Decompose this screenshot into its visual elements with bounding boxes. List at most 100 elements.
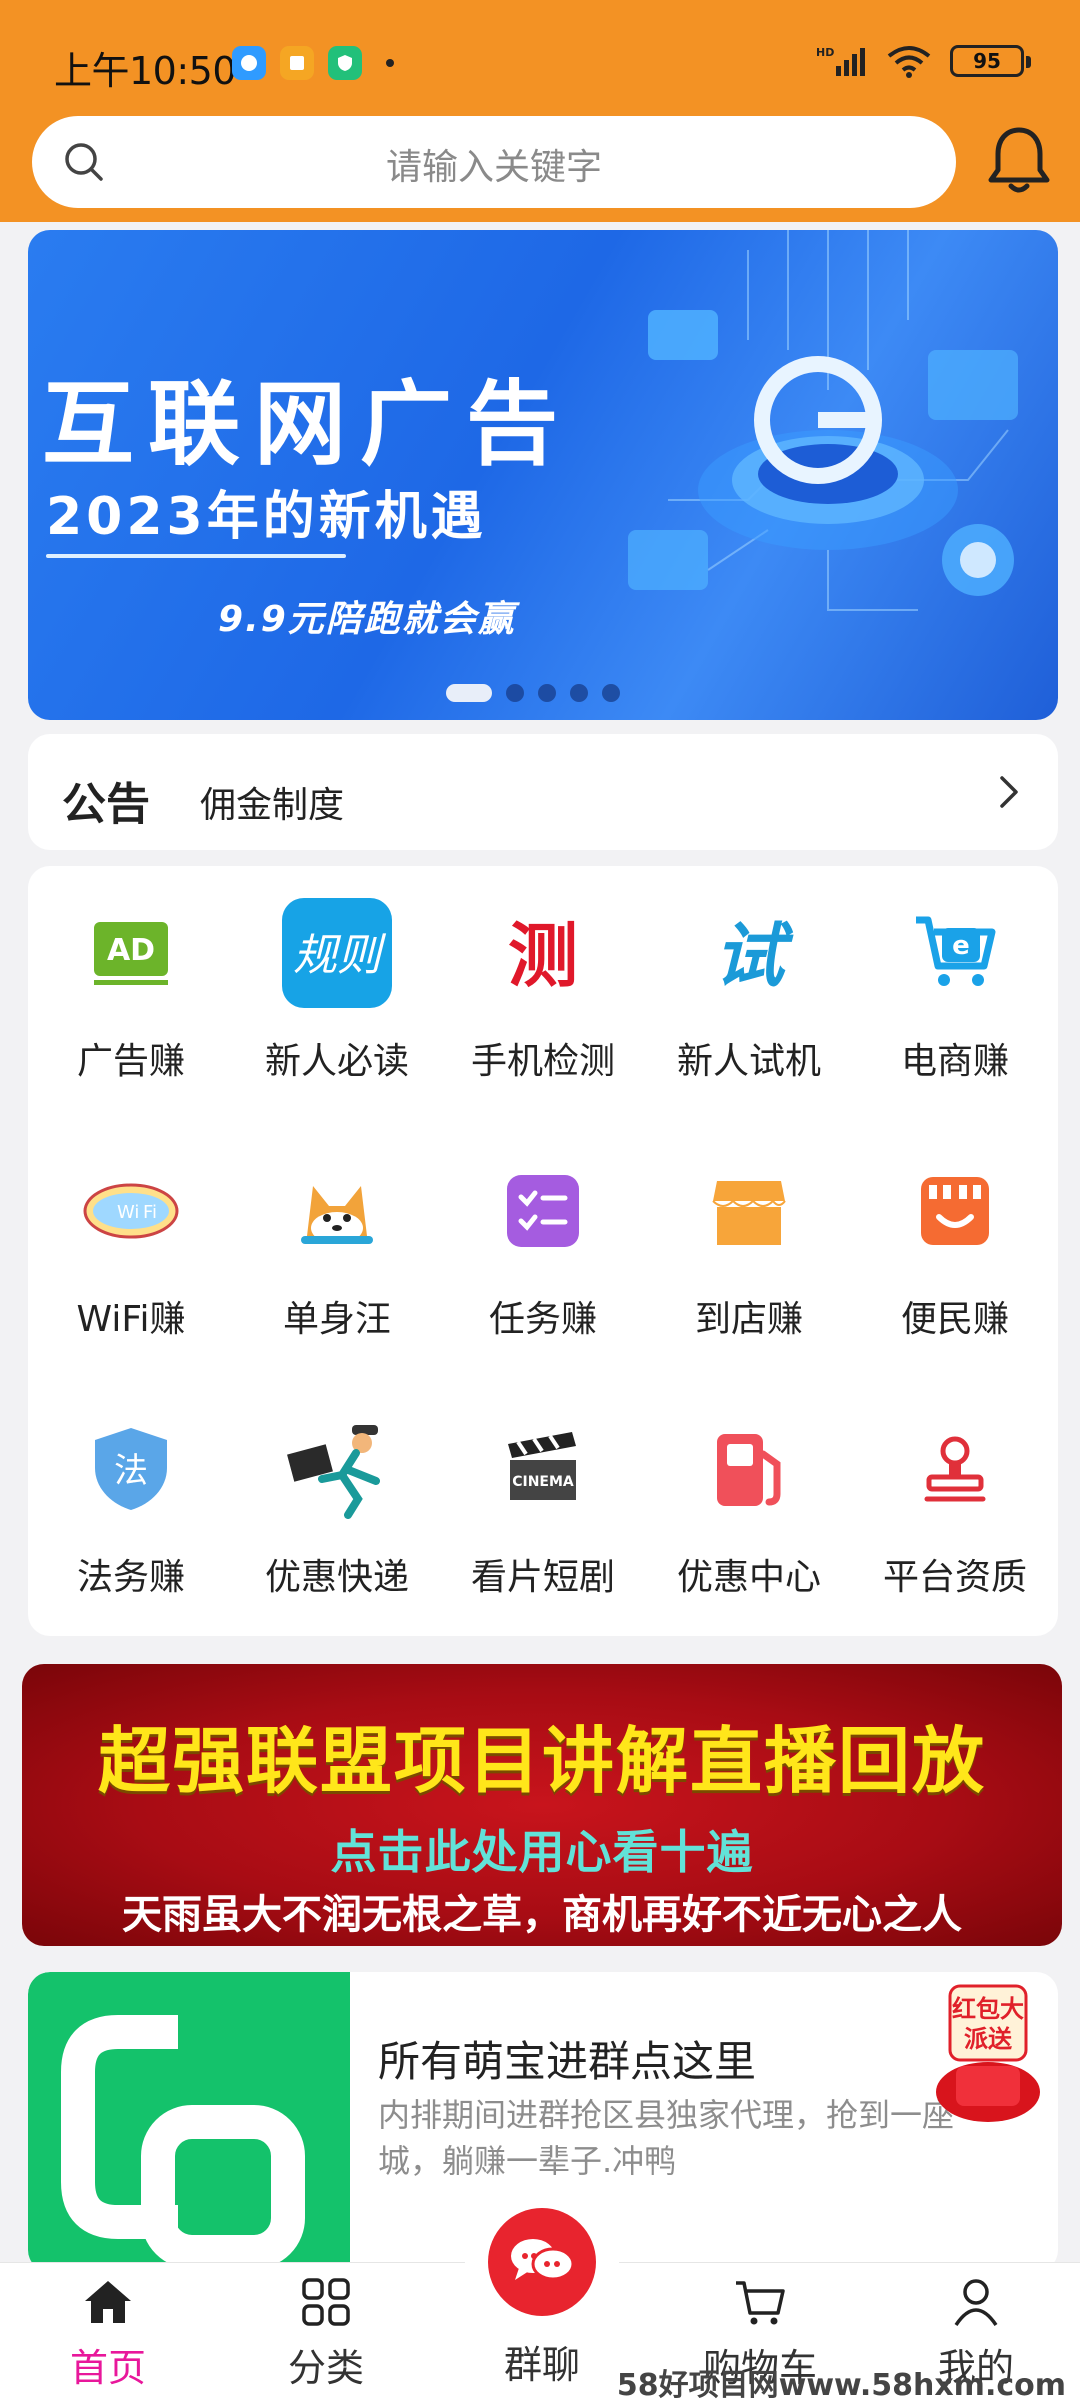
courier-icon (282, 1414, 392, 1524)
grid-item-label: 手机检测 (470, 1041, 615, 1082)
store-icon (694, 1156, 804, 1266)
cart-e-icon: e (900, 898, 1010, 1008)
grid-item-label: 单身汪 (282, 1299, 391, 1340)
notification-icons (232, 46, 394, 80)
nav-category[interactable]: 分类 (256, 2277, 396, 2392)
clapper-icon: CINEMA (488, 1414, 598, 1524)
grid-item-legal[interactable]: 法 法务赚 (28, 1414, 234, 1672)
trial-icon: 试 (694, 898, 804, 1008)
network-illustration (628, 230, 1018, 611)
battery-level: 95 (973, 49, 1001, 73)
home-icon (85, 2281, 131, 2323)
grid-item-qualification[interactable]: 平台资质 (852, 1414, 1058, 1672)
rules-icon: 规则 (282, 898, 392, 1008)
promo-description: 内排期间进群抢区县独家代理，抢到一座城，躺赚一辈子.冲鸭 (378, 2096, 955, 2180)
task-list-icon (488, 1156, 598, 1266)
grid-item-task[interactable]: 任务赚 (440, 1156, 646, 1414)
cart-icon (736, 2281, 785, 2325)
live-replay-banner[interactable]: 超强联盟项目讲解直播回放 点击此处用心看十遍 天雨虽大不润无根之草，商机再好不近… (22, 1664, 1062, 1946)
svg-text:Wi: Wi (117, 1202, 139, 1223)
status-time: 上午10:50 (54, 49, 237, 93)
grid-item-label: 优惠快递 (264, 1557, 409, 1598)
red-packet-text: 红包大派送 (952, 1995, 1024, 2053)
feature-grid: AD 广告赚 规则 新人必读 测 手机检测 试 新人试机 e 电商赚 Wi Fi… (28, 898, 1058, 1672)
grid-item-label: 平台资质 (882, 1557, 1027, 1598)
security-app-icon (328, 46, 362, 80)
svg-text:Fi: Fi (143, 1202, 157, 1223)
nav-home[interactable]: 首页 (38, 2277, 178, 2392)
battery-icon: 95 (950, 45, 1031, 77)
nav-chat-label: 群聊 (503, 2343, 580, 2387)
grid-item-single-dog[interactable]: 单身汪 (234, 1156, 440, 1414)
carousel-dot[interactable] (602, 684, 620, 702)
promo-title: 所有萌宝进群点这里 (378, 2037, 757, 2086)
grid-item-courier[interactable]: 优惠快递 (234, 1414, 440, 1672)
grid-item-label: 电商赚 (900, 1041, 1009, 1082)
chevron-right-icon (1000, 776, 1018, 808)
more-notifications-dot (386, 59, 394, 67)
law-shield-icon: 法 (76, 1414, 186, 1524)
grid-item-cinema[interactable]: CINEMA 看片短剧 (440, 1414, 646, 1672)
live-banner-bottom: 天雨虽大不润无根之草，商机再好不近无心之人 (122, 1892, 962, 1938)
carousel-dot[interactable] (570, 684, 588, 702)
grid-item-label: 到店赚 (694, 1299, 803, 1340)
status-right: HD 95 (816, 44, 1031, 78)
grid-item-ecommerce[interactable]: e 电商赚 (852, 898, 1058, 1156)
user-icon (954, 2279, 998, 2327)
notes-app-icon (280, 46, 314, 80)
carousel-dot[interactable] (446, 684, 492, 702)
grid-icon (302, 2278, 350, 2326)
svg-text:HD: HD (816, 46, 834, 59)
grid-item-trial[interactable]: 试 新人试机 (646, 898, 852, 1156)
bell-icon[interactable] (984, 124, 1054, 196)
svg-text:e: e (952, 931, 970, 961)
dog-icon (282, 1156, 392, 1266)
grid-item-label: 优惠中心 (676, 1557, 821, 1598)
carousel-indicator[interactable] (446, 684, 620, 702)
red-packet-badge: 红包大派送 (928, 1982, 1048, 2136)
message-app-icon (232, 46, 266, 80)
wifi-icon: Wi Fi (76, 1156, 186, 1266)
watermark: 58好项目网www.58hxm.com (616, 2368, 1066, 2400)
notice-bar[interactable]: 公告 佣金制度 (28, 734, 1058, 850)
grid-item-label: 新人必读 (264, 1041, 409, 1082)
shop-smile-icon (900, 1156, 1010, 1266)
wifi-status-icon (887, 46, 931, 78)
grid-item-label: 任务赚 (488, 1299, 597, 1340)
grid-item-label: 法务赚 (76, 1557, 185, 1598)
nav-category-label: 分类 (287, 2346, 364, 2390)
grid-item-wifi[interactable]: Wi Fi WiFi赚 (28, 1156, 234, 1414)
hero-banner[interactable]: 互联网广告 2023年的新机遇 9.9元陪跑就会赢 (28, 230, 1058, 720)
test-icon: 测 (488, 898, 598, 1008)
group-chat-button[interactable] (488, 2208, 596, 2316)
signal-icon: HD (816, 46, 865, 76)
banner-title: 互联网广告 (42, 371, 573, 478)
svg-text:法: 法 (114, 1451, 148, 1491)
svg-text:AD: AD (107, 933, 155, 968)
grid-item-label: 看片短剧 (470, 1557, 615, 1598)
search-placeholder: 请输入关键字 (385, 147, 602, 188)
svg-text:测: 测 (508, 915, 578, 997)
search-input[interactable]: 请输入关键字 (32, 116, 956, 208)
status-bar: 上午10:50 HD 95 (0, 0, 1080, 116)
grid-item-rules[interactable]: 规则 新人必读 (234, 898, 440, 1156)
grid-item-ad[interactable]: AD 广告赚 (28, 898, 234, 1156)
banner-subtitle: 2023年的新机遇 (46, 487, 487, 547)
grid-item-phone-test[interactable]: 测 手机检测 (440, 898, 646, 1156)
svg-text:CINEMA: CINEMA (512, 1474, 574, 1490)
grid-item-label: 便民赚 (900, 1299, 1009, 1340)
carousel-dot[interactable] (538, 684, 556, 702)
live-banner-middle: 点击此处用心看十遍 (330, 1825, 754, 1879)
cq-logo-icon (61, 2015, 305, 2269)
grid-item-label: WiFi赚 (76, 1299, 186, 1340)
grid-item-store[interactable]: 到店赚 (646, 1156, 852, 1414)
notice-label: 公告 (62, 779, 150, 830)
carousel-dot[interactable] (506, 684, 524, 702)
nav-home-label: 首页 (69, 2346, 146, 2390)
grid-item-convenience[interactable]: 便民赚 (852, 1156, 1058, 1414)
banner-tagline: 9.9元陪跑就会赢 (218, 599, 516, 640)
svg-text:试: 试 (714, 915, 794, 997)
grid-item-discount[interactable]: 优惠中心 (646, 1414, 852, 1672)
chat-bubbles-icon (511, 2239, 575, 2281)
fuel-icon (694, 1414, 804, 1524)
